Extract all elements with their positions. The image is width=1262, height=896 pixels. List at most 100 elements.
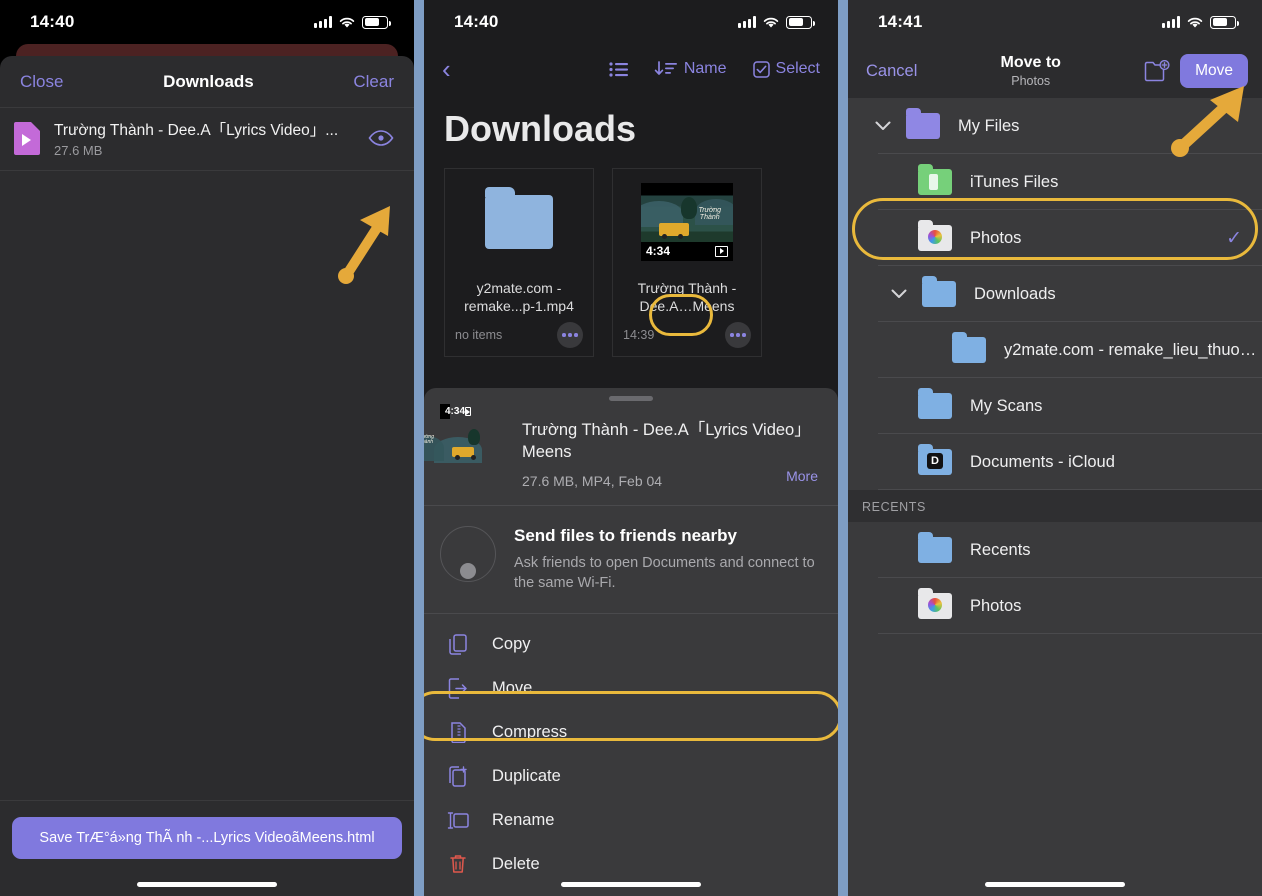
tree-row-downloads[interactable]: Downloads — [848, 266, 1262, 322]
action-rename[interactable]: Rename — [424, 798, 838, 842]
folder-icon — [918, 388, 952, 419]
page-title: Downloads — [444, 108, 637, 149]
home-indicator — [137, 882, 277, 887]
tree-row-label: My Files — [958, 116, 1020, 135]
nav-titles: Move to Photos — [927, 54, 1134, 87]
recents-row-photos[interactable]: Photos — [848, 578, 1262, 634]
chevron-down-icon[interactable] — [882, 289, 916, 299]
cellular-signal-icon — [1162, 16, 1180, 28]
tree-row-my-scans[interactable]: My Scans — [848, 378, 1262, 434]
file-grid: y2mate.com - remake...p-1.mp4 no items T… — [424, 168, 838, 357]
recents-row-label: Photos — [970, 596, 1022, 615]
tree-row-label: Downloads — [974, 284, 1056, 303]
send-texts: Send files to friends nearby Ask friends… — [514, 526, 818, 594]
tree-row-documents-icloud[interactable]: D Documents - iCloud — [848, 434, 1262, 490]
status-indicators — [1162, 15, 1239, 29]
tree-row-photos[interactable]: Photos ✓ — [848, 210, 1262, 266]
cellular-signal-icon — [738, 16, 756, 28]
folder-icon — [918, 532, 952, 563]
action-duplicate[interactable]: Duplicate — [424, 754, 838, 798]
select-label: Select — [775, 60, 820, 77]
copy-icon — [446, 633, 470, 655]
video-thumbnail: Trường Thành 4:34 — [613, 169, 761, 274]
folder-icon — [918, 164, 952, 195]
more-options-icon[interactable] — [725, 322, 751, 348]
tree-row-label: My Scans — [970, 396, 1043, 415]
panel-divider-1 — [414, 0, 424, 896]
sort-label: Name — [683, 60, 727, 77]
action-label: Rename — [492, 810, 555, 829]
tree-row-y2mate-folder[interactable]: y2mate.com - remake_lieu_thuoc_... — [848, 322, 1262, 378]
tree-row-my-files[interactable]: My Files — [848, 98, 1262, 154]
panel-divider-2 — [838, 0, 848, 896]
eye-icon[interactable] — [366, 130, 396, 146]
cancel-button[interactable]: Cancel — [866, 62, 917, 81]
grid-item-video[interactable]: Trường Thành 4:34 Trường Thành - Dee.A…Me… — [612, 168, 762, 357]
video-preview: Trường Thành 4:34 — [641, 182, 733, 261]
status-bar: 14:41 — [848, 0, 1262, 44]
move-confirm-button[interactable]: Move — [1180, 54, 1248, 88]
status-indicators — [314, 15, 391, 29]
folder-icon — [485, 186, 553, 249]
wifi-icon — [763, 17, 779, 27]
wifi-icon — [1187, 17, 1203, 27]
three-panel-screenshot: 14:40 Close Downloads Clear Trường Thành… — [0, 0, 1262, 896]
action-label: Copy — [492, 634, 531, 653]
documents-folder-icon: D — [918, 444, 952, 475]
recents-row-label: Recents — [970, 540, 1031, 559]
battery-icon — [362, 15, 391, 29]
action-delete[interactable]: Delete — [424, 842, 838, 886]
action-compress[interactable]: Compress — [424, 710, 838, 754]
toolbar-actions: Name Select — [609, 60, 820, 78]
more-options-icon[interactable] — [557, 322, 583, 348]
list-view-icon[interactable] — [609, 61, 628, 77]
grid-item-name: Trường Thành - Dee.A…Meens — [637, 280, 737, 314]
chevron-down-icon[interactable] — [866, 121, 900, 131]
folder-icon — [922, 276, 956, 307]
documents-toolbar: ‹ Name Select — [424, 44, 838, 94]
status-bar: 14:40 — [424, 0, 838, 44]
rename-icon — [446, 811, 470, 829]
downloads-sheet: Close Downloads Clear Trường Thành - Dee… — [0, 56, 414, 896]
tree-row-itunes-files[interactable]: iTunes Files — [848, 154, 1262, 210]
status-time: 14:40 — [30, 12, 75, 31]
grid-item-meta: no items — [455, 328, 503, 342]
video-duration: 4:34 — [646, 244, 671, 258]
status-time: 14:41 — [878, 12, 923, 31]
sheet-file-texts: Trường Thành - Dee.A「Lyrics Video」Meens … — [522, 419, 818, 489]
film-icon — [715, 245, 728, 257]
wifi-icon — [339, 17, 355, 27]
action-label: Delete — [492, 854, 540, 873]
select-button[interactable]: Select — [752, 60, 820, 78]
folder-thumbnail — [445, 169, 593, 274]
compress-icon — [446, 721, 470, 743]
status-bar: 14:40 — [0, 0, 414, 44]
status-time: 14:40 — [454, 12, 499, 31]
recents-section-header: RECENTS — [848, 490, 1262, 522]
action-label: Move — [492, 678, 533, 697]
destination-tree: My Files iTunes Files Photos ✓ Downloads… — [848, 98, 1262, 634]
annotation-arrow-to-eye — [338, 206, 390, 284]
recents-row-recents[interactable]: Recents — [848, 522, 1262, 578]
grid-item-footer: no items — [445, 316, 593, 356]
more-link[interactable]: More — [786, 468, 818, 484]
tree-row-label: iTunes Files — [970, 172, 1059, 191]
bottom-bar — [848, 836, 1262, 896]
sheet-file-info: TrườngThành 4:34 Trường Thành - Dee.A「Ly… — [424, 401, 838, 506]
battery-icon — [786, 15, 815, 29]
action-move[interactable]: Move — [424, 666, 838, 710]
clear-button[interactable]: Clear — [353, 72, 394, 92]
chevron-left-icon[interactable]: ‹ — [442, 56, 482, 82]
photos-folder-icon — [918, 220, 952, 251]
nav-title: Move to — [1000, 54, 1061, 72]
save-file-button[interactable]: Save TrÆ°á»ng ThÃ nh -...Lyrics VideoãMe… — [12, 817, 402, 859]
home-indicator — [985, 882, 1125, 887]
grid-item-folder[interactable]: y2mate.com - remake...p-1.mp4 no items — [444, 168, 594, 357]
action-copy[interactable]: Copy — [424, 622, 838, 666]
download-list-item[interactable]: Trường Thành - Dee.A「Lyrics Video」... 27… — [0, 108, 414, 171]
status-indicators — [738, 15, 815, 29]
sort-button[interactable]: Name — [654, 60, 727, 78]
new-folder-icon[interactable] — [1144, 60, 1170, 82]
close-button[interactable]: Close — [20, 72, 63, 92]
send-files-block[interactable]: Send files to friends nearby Ask friends… — [424, 506, 838, 615]
